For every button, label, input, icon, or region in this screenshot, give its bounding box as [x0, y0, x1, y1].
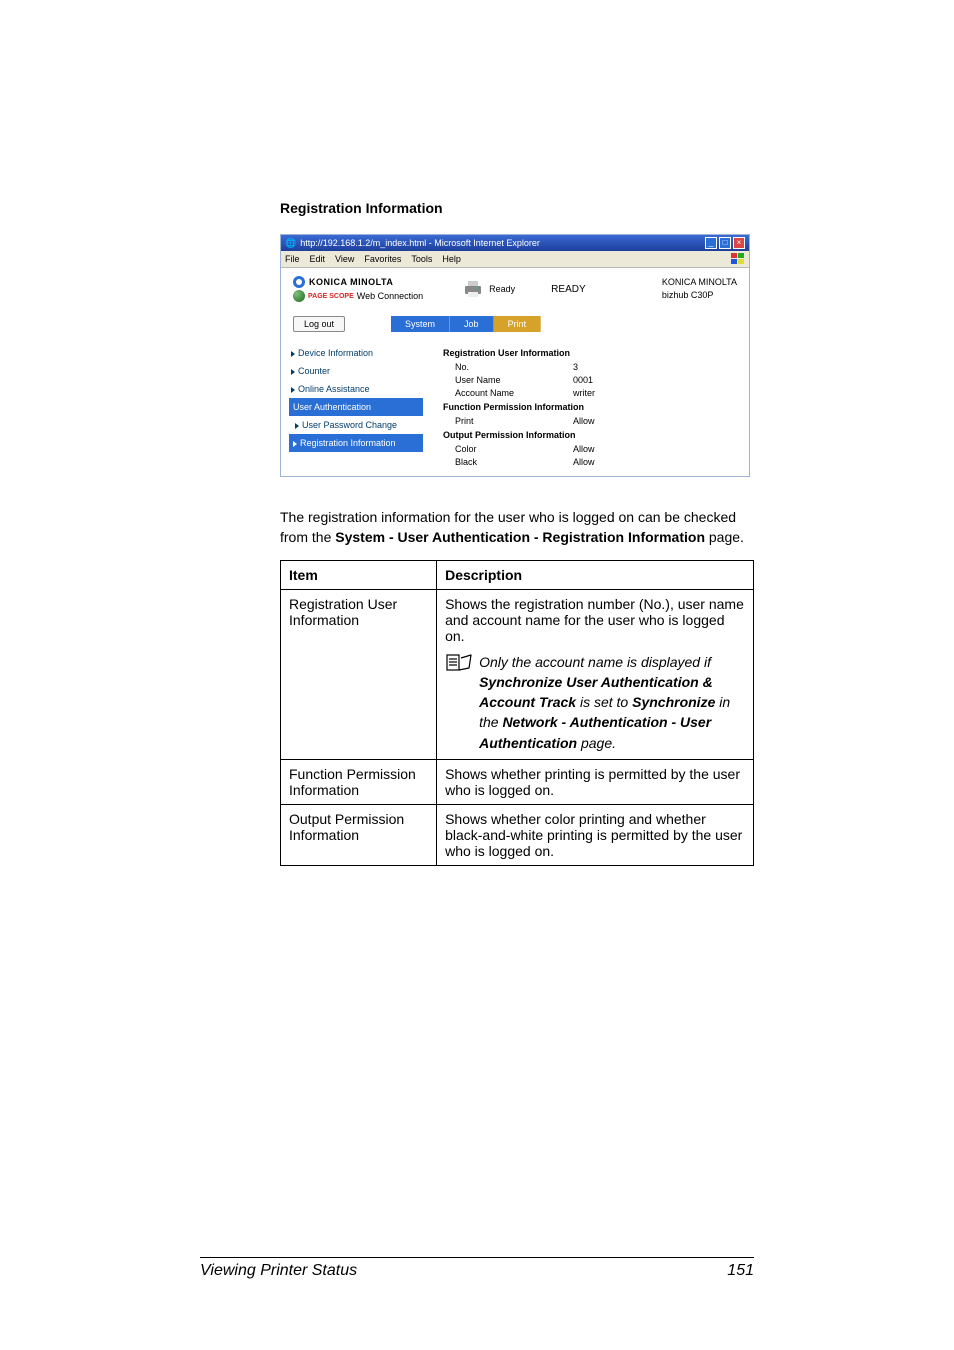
content-fp-title: Function Permission Information — [443, 402, 737, 412]
account-value: writer — [573, 388, 737, 398]
no-label: No. — [443, 362, 573, 372]
row1-desc: Shows the registration number (No.), use… — [437, 589, 754, 759]
browser-screenshot: 🌐 http://192.168.1.2/m_index.html - Micr… — [280, 234, 750, 477]
section-heading: Registration Information — [280, 200, 754, 216]
window-title: http://192.168.1.2/m_index.html - Micros… — [300, 238, 540, 248]
windows-flag-icon — [731, 253, 745, 265]
globe-icon — [293, 290, 305, 302]
row3-desc: Shows whether color printing and whether… — [437, 805, 754, 866]
username-value: 0001 — [573, 375, 737, 385]
web-connection-label: Web Connection — [357, 291, 423, 301]
color-label: Color — [443, 444, 573, 454]
minimize-icon[interactable]: _ — [705, 237, 717, 249]
sidebar-item-registration-info[interactable]: Registration Information — [289, 434, 423, 452]
intro-paragraph: The registration information for the use… — [280, 507, 754, 548]
sidebar-item-password-change[interactable]: User Password Change — [289, 416, 423, 434]
sidebar-item-device-info[interactable]: Device Information — [289, 344, 423, 362]
close-icon[interactable]: × — [733, 237, 745, 249]
sidebar-item-user-auth[interactable]: User Authentication — [289, 398, 423, 416]
brand-name: KONICA MINOLTA — [309, 277, 393, 287]
color-value: Allow — [573, 444, 737, 454]
menu-favorites[interactable]: Favorites — [364, 254, 401, 264]
row1-item: Registration User Information — [281, 589, 437, 759]
footer-title: Viewing Printer Status — [200, 1262, 357, 1280]
sidebar-item-counter[interactable]: Counter — [289, 362, 423, 380]
ie-icon: 🌐 — [285, 238, 296, 249]
menu-bar: File Edit View Favorites Tools Help — [281, 251, 749, 268]
print-value: Allow — [573, 416, 737, 426]
info-table: Item Description Registration User Infor… — [280, 560, 754, 866]
menu-edit[interactable]: Edit — [310, 254, 326, 264]
col-desc-header: Description — [437, 560, 754, 589]
sidebar-item-online-assist[interactable]: Online Assistance — [289, 380, 423, 398]
tab-print[interactable]: Print — [494, 316, 542, 332]
account-label: Account Name — [443, 388, 573, 398]
row2-item: Function Permission Information — [281, 760, 437, 805]
black-value: Allow — [573, 457, 737, 467]
pagescope-label: PAGE SCOPE — [308, 293, 354, 300]
col-item-header: Item — [281, 560, 437, 589]
username-label: User Name — [443, 375, 573, 385]
menu-tools[interactable]: Tools — [411, 254, 432, 264]
note-icon — [445, 652, 473, 753]
row2-desc: Shows whether printing is permitted by t… — [437, 760, 754, 805]
window-titlebar: 🌐 http://192.168.1.2/m_index.html - Micr… — [281, 235, 749, 251]
menu-view[interactable]: View — [335, 254, 354, 264]
content-reg-title: Registration User Information — [443, 348, 737, 358]
menu-help[interactable]: Help — [442, 254, 461, 264]
tab-job[interactable]: Job — [450, 316, 494, 332]
maximize-icon[interactable]: □ — [719, 237, 731, 249]
content-op-title: Output Permission Information — [443, 430, 737, 440]
no-value: 3 — [573, 362, 737, 372]
print-label: Print — [443, 416, 573, 426]
menu-file[interactable]: File — [285, 254, 300, 264]
device-maker: KONICA MINOLTA — [662, 276, 737, 289]
device-model: bizhub C30P — [662, 289, 737, 302]
logout-button[interactable]: Log out — [293, 316, 345, 332]
brand-logo-icon — [293, 276, 305, 288]
black-label: Black — [443, 457, 573, 467]
row3-item: Output Permission Information — [281, 805, 437, 866]
page-number: 151 — [727, 1262, 754, 1280]
ready-big-label: READY — [551, 284, 585, 295]
ready-small-label: Ready — [489, 284, 515, 294]
printer-icon — [463, 280, 483, 298]
tab-system[interactable]: System — [391, 316, 450, 332]
